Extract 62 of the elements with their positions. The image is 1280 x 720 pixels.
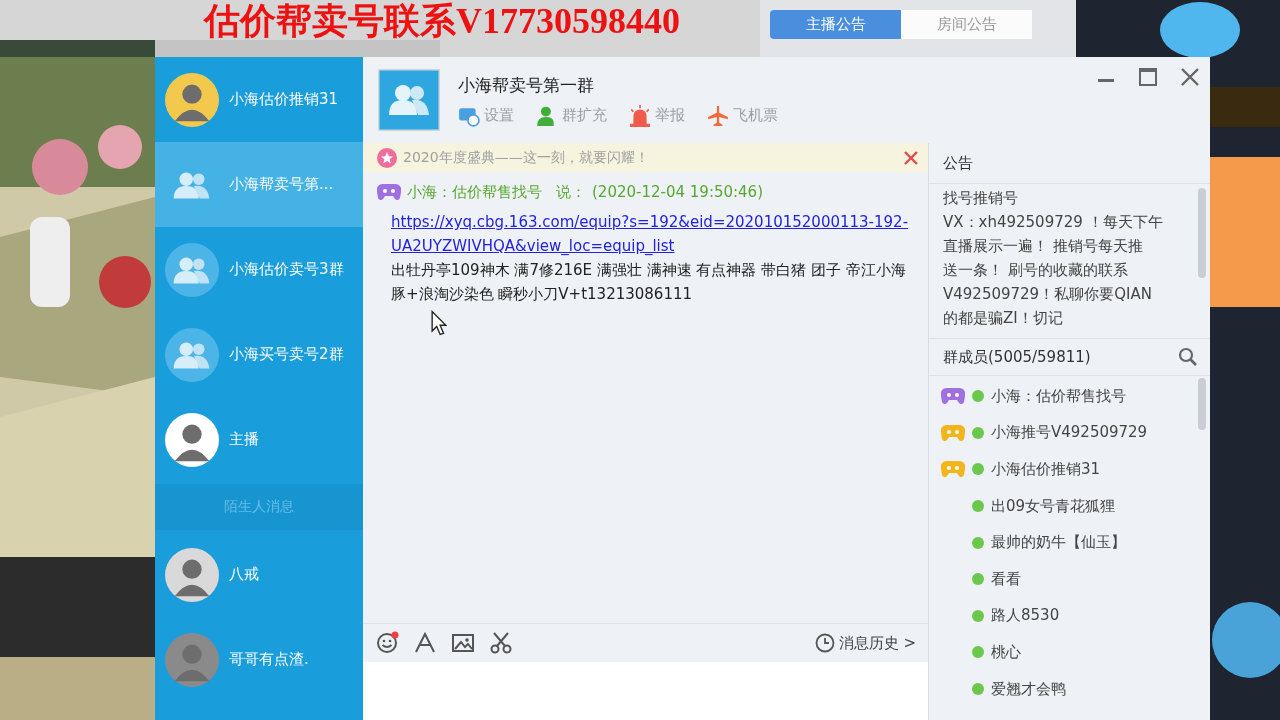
member-name: 最帅的奶牛【仙玉】	[991, 533, 1126, 553]
group-icon	[165, 327, 219, 382]
close-icon[interactable]	[1180, 67, 1200, 87]
emoji-icon[interactable]	[375, 631, 399, 655]
avatar-icon	[165, 547, 219, 602]
group-title: 小海帮卖号第一群	[458, 73, 595, 97]
conversation-item[interactable]: 小海估价推销31	[155, 57, 363, 142]
scrollbar-thumb[interactable]	[1198, 188, 1206, 278]
conversation-item[interactable]: 哥哥有点渣.	[155, 617, 363, 702]
avatar-icon	[165, 412, 219, 467]
avatar-icon	[165, 72, 219, 127]
admin-icon	[941, 459, 965, 480]
notice-text: 直播展示一遍！ 推销号每天推	[943, 236, 1144, 257]
maximize-icon[interactable]	[1138, 67, 1158, 87]
notice-text: 找号推销号	[943, 188, 1019, 209]
toolbar-button[interactable]: 设置	[458, 104, 514, 127]
cursor-icon	[431, 310, 447, 336]
member-name: 小海估价推销31	[991, 460, 1101, 479]
conversation-item[interactable]: 主播	[155, 397, 363, 482]
member-name: 小海推号V492509729	[991, 423, 1148, 443]
notice-title: 公告	[929, 143, 1210, 184]
member-name: 小海：估价帮售找号	[991, 386, 1126, 406]
avatar-icon	[165, 632, 219, 687]
conversation-item[interactable]: 八戒	[155, 532, 363, 617]
member-name: 爱翘才会鸭	[991, 679, 1066, 699]
toolbar-button[interactable]: 飞机票	[707, 104, 778, 127]
member-name: 出09女号青花狐狸	[991, 496, 1116, 516]
members-title: 群成员(5005/59811)	[943, 347, 1091, 367]
notice-text: V492509729！私聊你要QIAN	[943, 284, 1153, 305]
message-input[interactable]	[363, 662, 928, 720]
font-icon[interactable]	[413, 631, 437, 655]
conversation-item[interactable]: 小海帮卖号第...	[155, 142, 363, 227]
gamepad-icon	[377, 182, 401, 202]
close-icon[interactable]	[904, 150, 918, 165]
alarm-light-icon	[629, 104, 651, 127]
owner-icon	[941, 386, 965, 407]
notice-text: 的都是骗ZI！切记	[943, 308, 1064, 329]
member-name: 路人8530	[991, 606, 1060, 626]
member-name: 看看	[991, 569, 1021, 589]
notice-text: VX：xh492509729 ！每天下午	[943, 212, 1164, 233]
search-icon[interactable]	[1178, 347, 1198, 367]
group-avatar-icon	[378, 69, 440, 131]
message-link[interactable]: https://xyq.cbg.163.com/equip?s=192&eid=202010152000113-192-UA2UYZWIVHQA&view_loc=equip_list	[391, 210, 914, 258]
message-text: 出牡丹亭109神木 满7修216E 满强壮 满神速 有点神器 带白猪 团子 帝江小海豚+浪淘沙染色 瞬秒小刀V+t13213086111	[391, 260, 907, 305]
scissors-icon[interactable]	[489, 631, 513, 655]
sender-name: 小海：估价帮售找号	[407, 182, 542, 202]
image-icon[interactable]	[451, 631, 475, 655]
conversation-item[interactable]: 小海估价卖号3群	[155, 227, 363, 312]
member-name: 桃心	[991, 642, 1021, 662]
message-time: (2020-12-04 19:50:46)	[592, 183, 763, 201]
notice-text: 送一条！ 刷号的收藏的联系	[943, 260, 1129, 281]
toolbar-button[interactable]: 群扩充	[536, 104, 607, 127]
message-verb: 说：	[556, 182, 586, 202]
group-icon	[165, 242, 219, 297]
clock-icon	[814, 633, 835, 653]
admin-icon	[941, 422, 965, 443]
airplane-icon	[707, 104, 729, 127]
section-header: 陌生人消息	[155, 484, 363, 530]
conversation-item[interactable]: 小海买号卖号2群	[155, 312, 363, 397]
toolbar-button[interactable]: 举报	[629, 104, 685, 127]
history-button[interactable]: 消息历史 >	[814, 633, 916, 653]
scrollbar-thumb[interactable]	[1198, 378, 1206, 430]
